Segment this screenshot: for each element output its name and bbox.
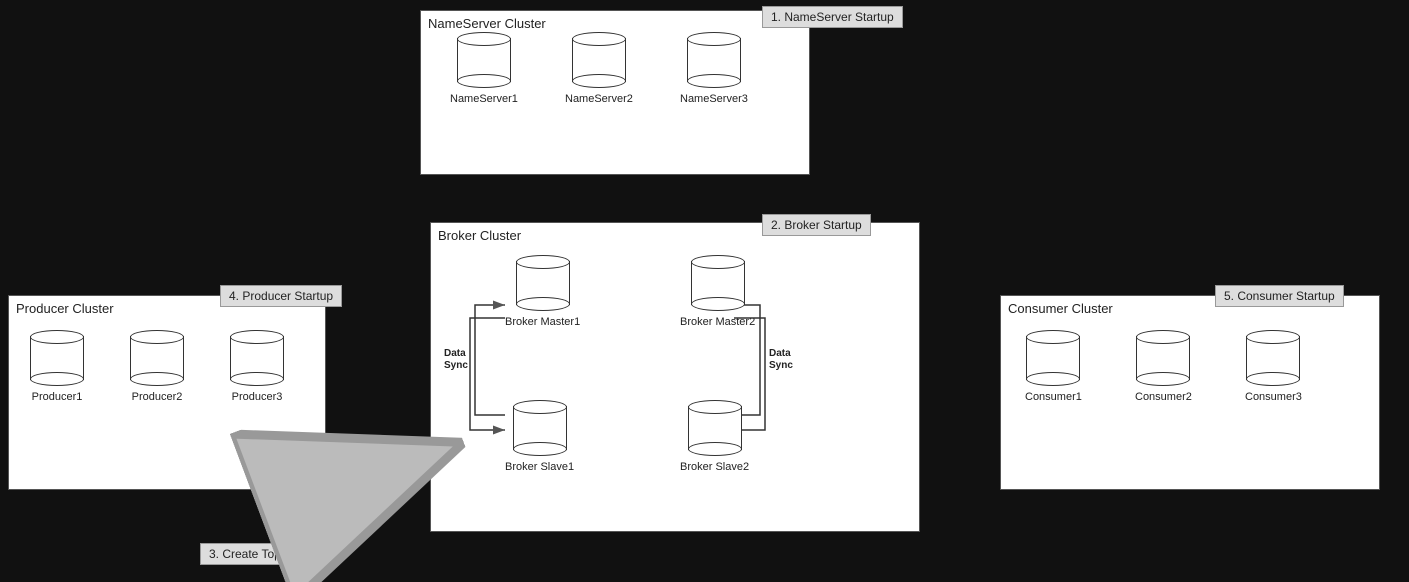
broker-cluster-label: Broker Cluster (438, 228, 521, 243)
p1-bottom (30, 372, 84, 386)
ns1-label: NameServer1 (450, 93, 518, 105)
broker-startup-badge: 2. Broker Startup (762, 214, 871, 236)
consumer1: Consumer1 (1025, 330, 1082, 403)
broker-master1: Broker Master1 (505, 255, 580, 328)
create-topics-arrow (310, 455, 430, 500)
p2-label: Producer2 (132, 391, 183, 403)
ns3-label: NameServer3 (680, 93, 748, 105)
producer3: Producer3 (230, 330, 284, 403)
p2-bottom (130, 372, 184, 386)
bs1-label: Broker Slave1 (505, 461, 574, 473)
c2-label: Consumer2 (1135, 391, 1192, 403)
bm1-label: Broker Master1 (505, 316, 580, 328)
nameserver3: NameServer3 (680, 32, 748, 105)
broker-slave1: Broker Slave1 (505, 400, 574, 473)
ns2-label: NameServer2 (565, 93, 633, 105)
p3-bottom (230, 372, 284, 386)
c2-top (1136, 330, 1190, 344)
broker-slave2: Broker Slave2 (680, 400, 749, 473)
consumer-startup-badge: 5. Consumer Startup (1215, 285, 1344, 307)
bm2-top (691, 255, 745, 269)
nameserver2: NameServer2 (565, 32, 633, 105)
p2-top (130, 330, 184, 344)
data-sync-label-right-data: Data (769, 348, 791, 359)
consumer3: Consumer3 (1245, 330, 1302, 403)
producer1: Producer1 (30, 330, 84, 403)
bm2-bottom (691, 297, 745, 311)
data-sync-label-left-sync: Sync (444, 360, 468, 371)
ns3-bottom (687, 74, 741, 88)
nameserver-startup-badge: 1. NameServer Startup (762, 6, 903, 28)
bs1-top (513, 400, 567, 414)
data-sync-label-left-data: Data (444, 348, 466, 359)
c1-top (1026, 330, 1080, 344)
nameserver-cluster-label: NameServer Cluster (428, 16, 546, 31)
create-topics-badge: 3. Create Topics (200, 543, 305, 565)
bs2-label: Broker Slave2 (680, 461, 749, 473)
producer-startup-badge: 4. Producer Startup (220, 285, 342, 307)
broker-master2: Broker Master2 (680, 255, 755, 328)
p1-label: Producer1 (32, 391, 83, 403)
ns2-top (572, 32, 626, 46)
p3-top (230, 330, 284, 344)
c3-top (1246, 330, 1300, 344)
ns2-bottom (572, 74, 626, 88)
consumer-cluster-label: Consumer Cluster (1008, 301, 1113, 316)
c1-label: Consumer1 (1025, 391, 1082, 403)
c2-bottom (1136, 372, 1190, 386)
ns1-top (457, 32, 511, 46)
p3-label: Producer3 (232, 391, 283, 403)
nameserver1: NameServer1 (450, 32, 518, 105)
c1-bottom (1026, 372, 1080, 386)
bs1-bottom (513, 442, 567, 456)
producer-cluster-label: Producer Cluster (16, 301, 114, 316)
ns3-top (687, 32, 741, 46)
bm1-bottom (516, 297, 570, 311)
broker-cluster-box (430, 222, 920, 532)
ns1-bottom (457, 74, 511, 88)
c3-bottom (1246, 372, 1300, 386)
bm2-label: Broker Master2 (680, 316, 755, 328)
producer2: Producer2 (130, 330, 184, 403)
bs2-bottom (688, 442, 742, 456)
c3-label: Consumer3 (1245, 391, 1302, 403)
bm1-top (516, 255, 570, 269)
bs2-top (688, 400, 742, 414)
p1-top (30, 330, 84, 344)
consumer2: Consumer2 (1135, 330, 1192, 403)
diagram-canvas: NameServer Cluster 1. NameServer Startup… (0, 0, 1409, 582)
data-sync-label-right-sync: Sync (769, 360, 793, 371)
